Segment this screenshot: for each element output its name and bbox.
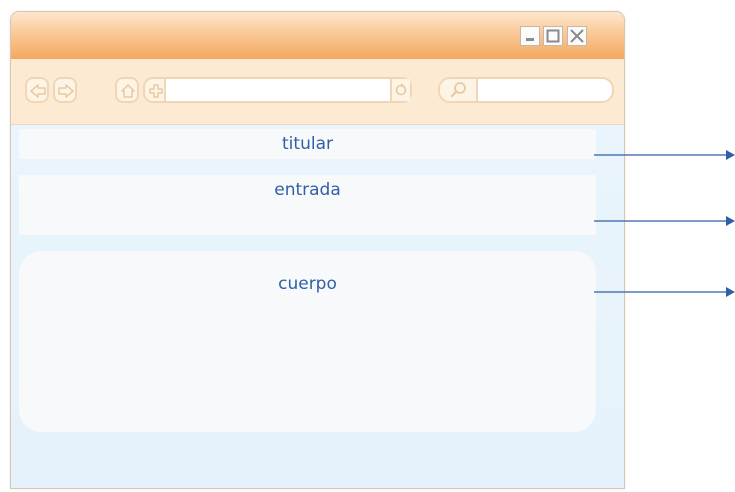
maximize-button[interactable]: [543, 26, 563, 46]
home-button[interactable]: [115, 77, 139, 103]
reload-button[interactable]: [390, 79, 410, 101]
title-bar: [11, 12, 624, 59]
maximize-icon: [546, 29, 560, 43]
close-button[interactable]: [567, 26, 587, 46]
search-field[interactable]: [438, 77, 614, 103]
titular-label: titular: [282, 134, 333, 154]
back-button[interactable]: [25, 77, 49, 103]
cuerpo-label: cuerpo: [278, 274, 337, 294]
home-icon: [121, 84, 135, 98]
entrada-block: entrada: [19, 175, 596, 235]
titular-block: titular: [19, 129, 596, 159]
add-icon: [149, 84, 163, 98]
cuerpo-block: cuerpo: [19, 251, 596, 432]
forward-button[interactable]: [53, 77, 77, 103]
minimize-icon: [526, 38, 534, 41]
close-icon: [570, 29, 584, 43]
address-bar[interactable]: [164, 77, 412, 103]
entrada-label: entrada: [274, 180, 341, 200]
diagram-canvas: titular entrada cuerpo: [0, 0, 735, 492]
browser-toolbar: [11, 59, 624, 125]
search-icon: [450, 82, 466, 98]
search-button[interactable]: [440, 79, 478, 101]
minimize-button[interactable]: [520, 26, 540, 46]
forward-icon: [58, 84, 74, 98]
back-icon: [30, 84, 46, 98]
reload-icon: [395, 83, 407, 96]
